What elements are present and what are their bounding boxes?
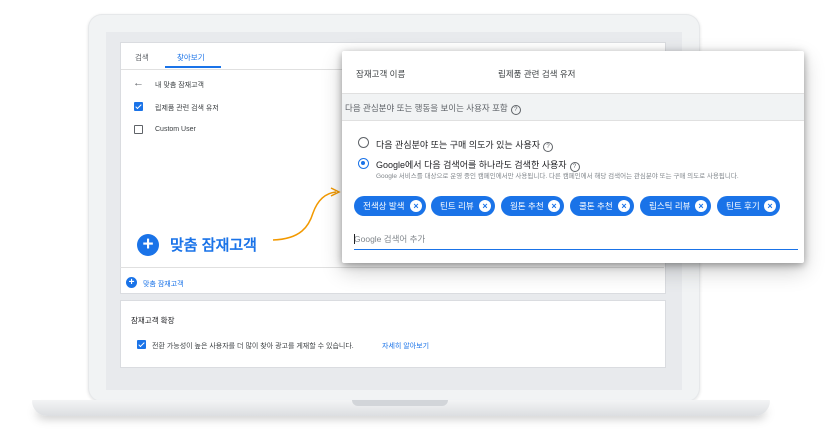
chip-remove-icon[interactable]: × (410, 200, 422, 212)
keyword-chip[interactable]: 쿨톤 추천 × (570, 196, 634, 216)
keyword-chip[interactable]: 립스틱 리뷰 × (640, 196, 711, 216)
help-icon[interactable]: ? (510, 105, 521, 115)
include-label: 다음 관심분야 또는 행동을 보이는 사용자 포함 (345, 103, 508, 113)
add-audience-icon-small[interactable]: + (126, 277, 137, 288)
tab-browse[interactable]: 찾아보기 (177, 52, 205, 63)
audience-list-header: 내 맞춤 잠재고객 (155, 82, 204, 89)
audience-checkbox-custom[interactable] (134, 125, 143, 134)
chip-remove-icon[interactable]: × (695, 200, 707, 212)
option-search-terms-label: Google에서 다음 검색어를 하나라도 검색한 사용자 (376, 160, 567, 170)
search-term-input-wrapper (354, 231, 798, 250)
help-icon[interactable]: ? (543, 142, 554, 152)
keyword-chip[interactable]: 틴트 리뷰 × (431, 196, 495, 216)
learn-more-link[interactable]: 자세히 알아보기 (382, 341, 429, 351)
callout-arrow-icon (272, 187, 341, 241)
chip-remove-icon[interactable]: × (548, 200, 560, 212)
expansion-checkbox[interactable] (137, 340, 146, 349)
dialog-header: 잠재고객 이름 립제품 관련 검색 유저 (342, 51, 804, 94)
chip-label: 틴트 리뷰 (440, 201, 474, 211)
custom-audience-dialog: 잠재고객 이름 립제품 관련 검색 유저 다음 관심분야 또는 행동을 보이는 … (342, 51, 804, 263)
add-audience-icon-large[interactable]: + (137, 234, 159, 256)
chip-remove-icon[interactable]: × (764, 200, 776, 212)
audience-item-label: 립제품 관련 검색 유저 (155, 105, 219, 112)
laptop-notch (352, 400, 448, 406)
option-search-terms-description: Google 서비스를 대상으로 운영 중인 캠페인에서만 사용됩니다. 다른 … (376, 173, 739, 180)
keyword-chip[interactable]: 전색상 발색 × (354, 196, 426, 216)
option-interests: 다음 관심분야 또는 구매 의도가 있는 사용자? (376, 138, 554, 152)
include-text: 다음 관심분야 또는 행동을 보이는 사용자 포함? (345, 102, 521, 115)
chip-label: 쿨톤 추천 (579, 201, 613, 211)
keyword-chip[interactable]: 웜톤 추천 × (501, 196, 564, 216)
keyword-chip[interactable]: 틴트 후기 × (717, 196, 780, 216)
chip-label: 전색상 발색 (363, 201, 405, 211)
active-tab-indicator (165, 66, 221, 68)
audience-name-label: 잠재고객 이름 (356, 69, 406, 79)
chip-label: 웜톤 추천 (510, 201, 544, 211)
expansion-label: 전환 가능성이 높은 사용자를 더 많이 찾아 광고를 게재할 수 있습니다. (152, 343, 354, 350)
divider (120, 267, 664, 268)
chip-label: 립스틱 리뷰 (649, 201, 691, 211)
tab-search[interactable]: 검색 (135, 52, 149, 63)
include-section-bar: 다음 관심분야 또는 행동을 보이는 사용자 포함? (342, 94, 804, 121)
add-audience-link[interactable]: 맞춤 잠재고객 (143, 279, 184, 289)
chip-remove-icon[interactable]: × (479, 200, 491, 212)
back-arrow-icon[interactable]: ← (133, 77, 144, 89)
audience-item-label: Custom User (155, 126, 196, 133)
audience-expansion-panel: 잠재고객 확장 전환 가능성이 높은 사용자를 더 많이 찾아 광고를 게재할 … (120, 300, 666, 368)
chip-label: 틴트 후기 (726, 201, 760, 211)
option-interests-label: 다음 관심분야 또는 구매 의도가 있는 사용자 (376, 140, 541, 150)
radio-search-terms[interactable] (358, 158, 369, 169)
radio-interests[interactable] (358, 137, 369, 148)
chip-remove-icon[interactable]: × (618, 200, 630, 212)
add-audience-label-large[interactable]: 맞춤 잠재고객 (170, 234, 257, 255)
search-term-input[interactable] (354, 231, 794, 247)
audience-name-value[interactable]: 립제품 관련 검색 유저 (498, 68, 575, 80)
expansion-title: 잠재고객 확장 (131, 316, 175, 325)
audience-checkbox-lip[interactable] (134, 102, 143, 111)
text-cursor (354, 234, 355, 244)
